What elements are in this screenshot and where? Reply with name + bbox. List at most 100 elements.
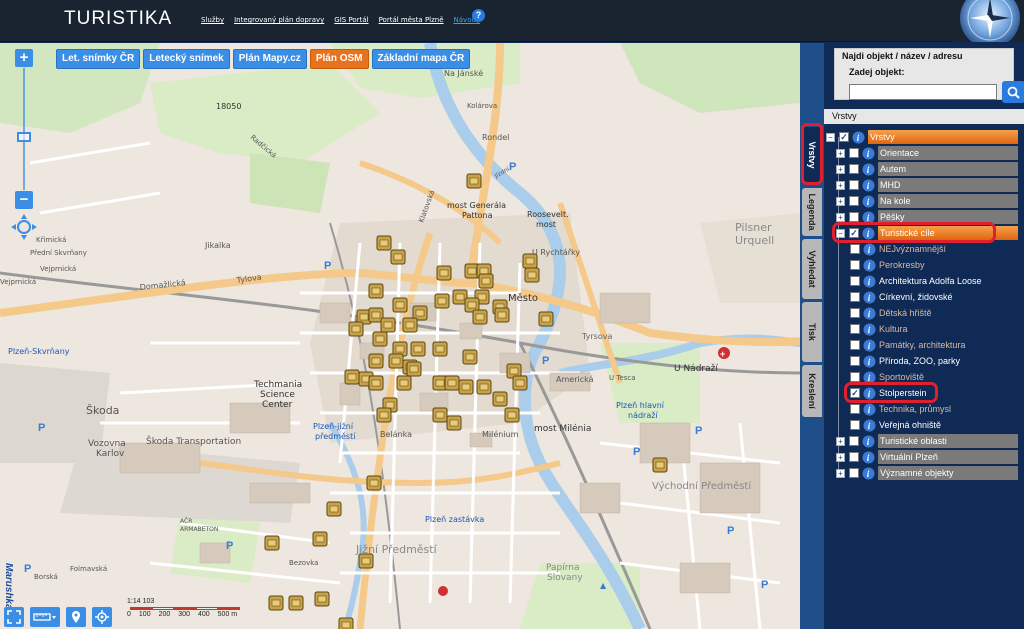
- layer-sub-item[interactable]: i Sportoviště: [846, 370, 924, 384]
- expand-icon[interactable]: +: [836, 164, 845, 174]
- poi-marker[interactable]: [476, 379, 492, 395]
- pan-control[interactable]: [10, 213, 38, 241]
- info-icon[interactable]: i: [863, 371, 876, 384]
- basemap-aerial-button[interactable]: Letecký snímek: [143, 49, 230, 69]
- info-icon[interactable]: i: [862, 163, 875, 176]
- info-icon[interactable]: i: [862, 195, 875, 208]
- info-icon[interactable]: i: [863, 355, 876, 368]
- layer-checkbox[interactable]: [850, 292, 860, 302]
- info-icon[interactable]: i: [863, 387, 876, 400]
- info-icon[interactable]: i: [852, 131, 865, 144]
- layer-item[interactable]: + i Významné objekty: [836, 466, 1018, 480]
- zoom-out-button[interactable]: −: [15, 191, 33, 209]
- poi-marker[interactable]: [446, 415, 462, 431]
- tab-print[interactable]: Tisk: [802, 302, 822, 362]
- layer-item[interactable]: + i Orientace: [836, 146, 1018, 160]
- layer-root[interactable]: − ✓ i Vrstvy: [826, 130, 1018, 144]
- layer-checkbox[interactable]: [849, 436, 859, 446]
- info-icon[interactable]: i: [863, 323, 876, 336]
- poi-marker[interactable]: [366, 475, 382, 491]
- layer-sub-item[interactable]: i Příroda, ZOO, parky: [846, 354, 960, 368]
- expand-icon[interactable]: +: [836, 468, 845, 478]
- tab-layers[interactable]: Vrstvy: [802, 127, 822, 183]
- layer-sub-item[interactable]: i Architektura Adolfa Loose: [846, 274, 982, 288]
- poi-marker[interactable]: [268, 595, 284, 611]
- info-icon[interactable]: i: [862, 435, 875, 448]
- location-button[interactable]: [66, 607, 86, 627]
- layer-sub-item[interactable]: i Technika, průmysl: [846, 402, 951, 416]
- gps-button[interactable]: [92, 607, 112, 627]
- poi-marker[interactable]: [432, 341, 448, 357]
- poi-marker[interactable]: [390, 249, 406, 265]
- poi-marker[interactable]: [472, 309, 488, 325]
- tab-legend[interactable]: Legenda: [802, 188, 822, 236]
- poi-marker[interactable]: [462, 349, 478, 365]
- poi-marker[interactable]: [380, 317, 396, 333]
- fullscreen-button[interactable]: [4, 607, 24, 627]
- expand-icon[interactable]: +: [836, 212, 845, 222]
- link-services[interactable]: Služby: [201, 16, 224, 24]
- layer-checkbox[interactable]: [850, 260, 860, 270]
- basemap-mapycz-button[interactable]: Plán Mapy.cz: [232, 49, 307, 69]
- expand-icon[interactable]: +: [836, 180, 845, 190]
- expand-icon[interactable]: +: [836, 452, 845, 462]
- poi-marker[interactable]: [312, 531, 328, 547]
- basemap-osm-button[interactable]: Plán OSM: [309, 49, 369, 69]
- layer-item[interactable]: − ✓ i Turistické cíle: [836, 226, 1018, 240]
- layer-item[interactable]: + i Na kole: [836, 194, 1018, 208]
- link-city-portal[interactable]: Portál města Plzně: [379, 16, 444, 24]
- layer-checkbox[interactable]: [850, 276, 860, 286]
- info-icon[interactable]: i: [863, 403, 876, 416]
- layer-checkbox[interactable]: [850, 404, 860, 414]
- tab-drawing[interactable]: Kreslení: [802, 365, 822, 417]
- poi-marker[interactable]: [396, 375, 412, 391]
- expand-icon[interactable]: +: [836, 148, 845, 158]
- poi-marker[interactable]: [314, 591, 330, 607]
- layer-checkbox[interactable]: [849, 148, 859, 158]
- link-gis-portal[interactable]: GIS Portál: [334, 16, 368, 24]
- layer-checkbox[interactable]: [849, 468, 859, 478]
- poi-marker[interactable]: [368, 375, 384, 391]
- layer-checkbox[interactable]: [850, 356, 860, 366]
- poi-marker[interactable]: [492, 391, 508, 407]
- layer-checkbox[interactable]: [849, 196, 859, 206]
- info-icon[interactable]: i: [863, 243, 876, 256]
- poi-marker[interactable]: [406, 361, 422, 377]
- layer-checkbox[interactable]: [850, 244, 860, 254]
- layer-checkbox[interactable]: ✓: [849, 228, 859, 238]
- search-input[interactable]: [849, 84, 997, 100]
- poi-marker[interactable]: [402, 317, 418, 333]
- poi-marker[interactable]: [326, 501, 342, 517]
- layer-checkbox[interactable]: ✓: [839, 132, 849, 142]
- layer-item[interactable]: + i Virtuální Plzeň: [836, 450, 1018, 464]
- search-button[interactable]: [1002, 81, 1024, 103]
- layer-sub-item[interactable]: ✓ i Stolperstein: [846, 386, 927, 400]
- poi-marker[interactable]: [392, 297, 408, 313]
- poi-marker[interactable]: [434, 293, 450, 309]
- expand-icon[interactable]: +: [836, 196, 845, 206]
- layer-item[interactable]: + i Turistické oblasti: [836, 434, 1018, 448]
- info-icon[interactable]: i: [863, 307, 876, 320]
- poi-marker[interactable]: [524, 267, 540, 283]
- poi-marker[interactable]: [436, 265, 452, 281]
- poi-marker[interactable]: [348, 321, 364, 337]
- poi-marker[interactable]: [358, 553, 374, 569]
- poi-marker[interactable]: [288, 595, 304, 611]
- layer-checkbox[interactable]: [850, 324, 860, 334]
- poi-marker[interactable]: [444, 375, 460, 391]
- poi-marker[interactable]: [652, 457, 668, 473]
- layer-sub-item[interactable]: i Dětská hřiště: [846, 306, 932, 320]
- poi-marker[interactable]: [368, 283, 384, 299]
- link-transport-plan[interactable]: Integrovaný plán dopravy: [234, 16, 324, 24]
- layer-sub-item[interactable]: i Perokresby: [846, 258, 925, 272]
- poi-marker[interactable]: [376, 235, 392, 251]
- info-icon[interactable]: i: [863, 339, 876, 352]
- poi-marker[interactable]: [410, 341, 426, 357]
- layer-checkbox[interactable]: ✓: [850, 388, 860, 398]
- zoom-slider-handle[interactable]: [17, 132, 31, 142]
- poi-marker[interactable]: [376, 407, 392, 423]
- poi-marker[interactable]: [344, 369, 360, 385]
- poi-marker[interactable]: [538, 311, 554, 327]
- basemap-aerial-cr-button[interactable]: Let. snímky ČR: [56, 49, 141, 69]
- poi-marker[interactable]: [478, 273, 494, 289]
